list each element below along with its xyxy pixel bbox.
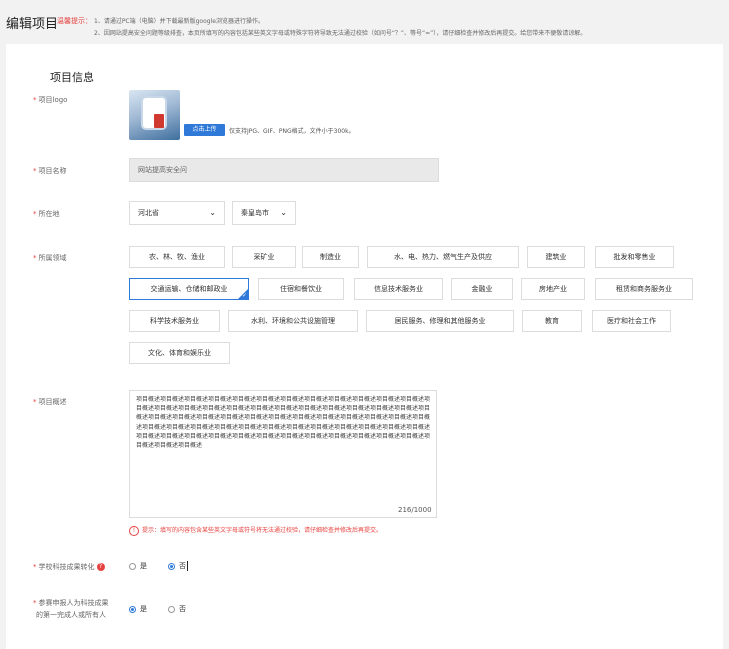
first-person-no-radio[interactable]: 否 xyxy=(168,604,186,614)
required-mark: * xyxy=(33,563,37,571)
required-mark: * xyxy=(33,210,37,218)
page-header: 编辑项目 温馨提示： 1、请通过PC端（电脑）并下载最新版google浏览器进行… xyxy=(0,0,729,44)
overview-label: * 项目概述 xyxy=(33,398,67,406)
name-label: * 项目名称 xyxy=(33,167,67,175)
overview-textarea[interactable]: 项目概述项目概述项目概述项目概述项目概述项目概述项目概述项目概述项目概述项目概述… xyxy=(129,390,437,518)
transfer-label: * 学校科技成果转化? xyxy=(33,562,105,572)
transfer-yes-radio[interactable]: 是 xyxy=(129,561,147,571)
chevron-down-icon: ⌄ xyxy=(209,208,216,217)
required-mark: * xyxy=(33,254,37,262)
text-cursor xyxy=(187,561,188,571)
alert-icon: ! xyxy=(129,525,139,536)
radio-circle-icon xyxy=(168,605,175,613)
province-select[interactable]: 河北省 ⌄ xyxy=(129,201,225,225)
industry-option[interactable]: 信息技术服务业 xyxy=(354,278,443,300)
radio-selected-icon xyxy=(129,605,136,613)
industry-option[interactable]: 水利、环境和公共设施管理 xyxy=(228,310,358,332)
industry-option[interactable]: 批发和零售业 xyxy=(595,246,674,268)
industry-option[interactable]: 水、电、热力、燃气生产及供应 xyxy=(367,246,519,268)
required-mark: * xyxy=(33,167,37,175)
industry-label: * 所属领域 xyxy=(33,254,67,262)
city-value: 秦皇岛市 xyxy=(241,209,269,217)
industry-option[interactable]: 医疗和社会工作 xyxy=(592,310,671,332)
upload-button[interactable]: 点击上传 xyxy=(184,124,225,136)
logo-accent xyxy=(154,114,164,128)
industry-option[interactable]: 房地产业 xyxy=(521,278,585,300)
help-icon[interactable]: ? xyxy=(96,563,105,571)
province-value: 河北省 xyxy=(138,209,159,217)
upload-hint: 仅支持JPG、GIF、PNG格式，文件小于300k。 xyxy=(229,128,355,135)
radio-selected-icon xyxy=(168,562,175,570)
char-counter: 216/1000 xyxy=(398,506,432,514)
tip-line-2: 2、因网站提高安全问题等级排查，本页所填写的内容包括某些英文字母或特殊字符将导致… xyxy=(94,30,587,37)
first-person-yes-radio[interactable]: 是 xyxy=(129,604,147,614)
logo-label: * 项目logo xyxy=(33,96,68,104)
radio-circle-icon xyxy=(129,562,136,570)
industry-option-selected[interactable]: 交通运输、仓储和邮政业 ✓ xyxy=(129,278,249,300)
industry-option[interactable]: 科学技术服务业 xyxy=(129,310,220,332)
location-label: * 所在地 xyxy=(33,210,60,218)
required-mark: * xyxy=(33,96,37,104)
industry-option[interactable]: 农、林、牧、渔业 xyxy=(129,246,225,268)
project-name-field[interactable]: 网站提高安全问 xyxy=(129,158,439,182)
industry-option[interactable]: 居民服务、修理和其他服务业 xyxy=(366,310,514,332)
overview-warning: ! 提示：填写的内容包含某些英文字母或符号将无法通过校验，请仔细检查并修改后再提交… xyxy=(129,525,382,536)
chevron-down-icon: ⌄ xyxy=(280,208,287,217)
industry-option[interactable]: 租赁和商务服务业 xyxy=(595,278,693,300)
tip-line-1: 1、请通过PC端（电脑）并下载最新版google浏览器进行操作。 xyxy=(94,18,264,25)
required-mark: * xyxy=(33,398,37,406)
industry-option[interactable]: 住宿和餐饮业 xyxy=(258,278,344,300)
industry-option[interactable]: 金融业 xyxy=(451,278,513,300)
page-title: 编辑项目 xyxy=(6,17,59,32)
industry-option[interactable]: 建筑业 xyxy=(527,246,585,268)
transfer-no-radio[interactable]: 否 xyxy=(168,561,188,571)
required-mark: * xyxy=(33,599,37,607)
form-card xyxy=(6,44,723,649)
industry-option-label: 交通运输、仓储和邮政业 xyxy=(150,285,228,293)
section-title: 项目信息 xyxy=(50,71,94,84)
logo-preview xyxy=(129,90,180,140)
industry-option[interactable]: 采矿业 xyxy=(232,246,296,268)
industry-option[interactable]: 制造业 xyxy=(302,246,359,268)
tip-label: 温馨提示： xyxy=(57,17,92,25)
industry-option[interactable]: 文化、体育和娱乐业 xyxy=(129,342,230,364)
city-select[interactable]: 秦皇岛市 ⌄ xyxy=(232,201,296,225)
first-person-label-line2: 的第一完成人或所有人 xyxy=(36,611,106,619)
industry-option[interactable]: 教育 xyxy=(522,310,582,332)
check-icon: ✓ xyxy=(241,292,247,299)
first-person-label: * 参赛申报人为科技成果 xyxy=(33,599,109,607)
